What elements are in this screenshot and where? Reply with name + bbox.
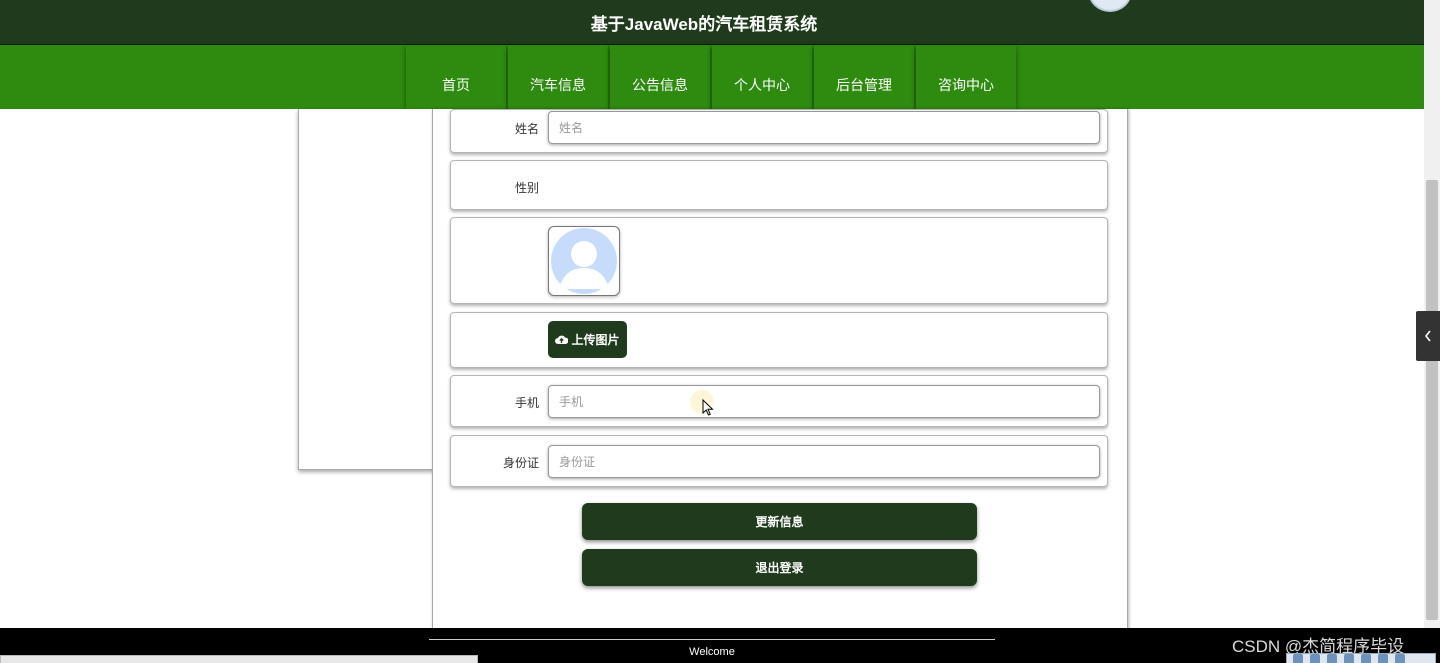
footer-welcome: Welcome bbox=[689, 646, 735, 658]
profile-photo[interactable] bbox=[548, 226, 620, 296]
tray-icon[interactable] bbox=[1378, 654, 1388, 663]
site-title: 基于JavaWeb的汽车租赁系统 bbox=[590, 15, 818, 34]
form-row-phone: 手机 bbox=[450, 375, 1108, 427]
form-row-photo bbox=[450, 217, 1108, 304]
tray-icon[interactable] bbox=[1344, 654, 1354, 663]
phone-input[interactable] bbox=[548, 385, 1100, 418]
form-row-name: 姓名 bbox=[450, 109, 1108, 153]
nav-item-notices[interactable]: 公告信息 bbox=[610, 45, 710, 109]
left-sidebar-panel bbox=[298, 109, 436, 470]
gender-label: 性别 bbox=[514, 181, 539, 195]
upload-button-label: 上传图片 bbox=[571, 333, 620, 347]
logout-button[interactable]: 退出登录 bbox=[582, 549, 977, 586]
nav-item-home[interactable]: 首页 bbox=[406, 45, 506, 109]
chevron-left-icon bbox=[1424, 330, 1431, 342]
upload-image-button[interactable]: 上传图片 bbox=[548, 321, 627, 358]
footer-divider bbox=[429, 639, 995, 640]
system-tray bbox=[1286, 653, 1436, 663]
cloud-upload-icon bbox=[555, 335, 569, 344]
scrollbar-thumb[interactable] bbox=[1426, 180, 1438, 620]
idcard-label: 身份证 bbox=[502, 456, 539, 470]
mouse-cursor-icon bbox=[702, 399, 714, 416]
form-row-gender: 性别 bbox=[450, 160, 1108, 210]
side-panel-toggle[interactable] bbox=[1416, 311, 1440, 361]
main-nav: 首页 汽车信息 公告信息 个人中心 后台管理 咨询中心 bbox=[0, 45, 1424, 109]
tray-icon[interactable] bbox=[1310, 654, 1320, 663]
phone-label: 手机 bbox=[514, 396, 539, 410]
nav-item-admin[interactable]: 后台管理 bbox=[814, 45, 914, 109]
tray-icon[interactable] bbox=[1395, 654, 1405, 663]
name-input[interactable] bbox=[548, 111, 1100, 144]
tray-icon[interactable] bbox=[1361, 654, 1371, 663]
tray-icon[interactable] bbox=[1327, 654, 1337, 663]
form-row-idcard: 身份证 bbox=[450, 435, 1108, 487]
top-header: 基于JavaWeb的汽车租赁系统 bbox=[0, 0, 1424, 45]
name-label: 姓名 bbox=[514, 122, 539, 136]
form-row-upload: 上传图片 bbox=[450, 312, 1108, 368]
nav-item-profile[interactable]: 个人中心 bbox=[712, 45, 812, 109]
nav-item-consult[interactable]: 咨询中心 bbox=[916, 45, 1016, 109]
nav-item-car-info[interactable]: 汽车信息 bbox=[508, 45, 608, 109]
idcard-input[interactable] bbox=[548, 445, 1100, 478]
browser-status-bar bbox=[0, 655, 478, 663]
default-avatar-icon bbox=[551, 228, 617, 294]
update-info-button[interactable]: 更新信息 bbox=[582, 503, 977, 540]
tray-icon[interactable] bbox=[1293, 654, 1303, 663]
